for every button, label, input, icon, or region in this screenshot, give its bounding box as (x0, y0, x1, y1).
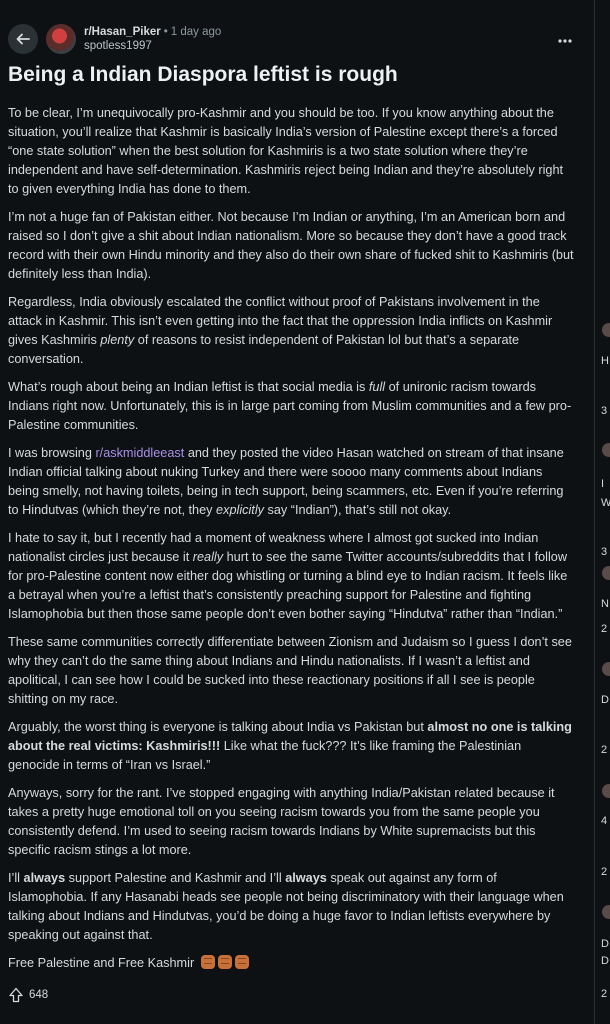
raised-fist-icon (234, 955, 249, 969)
sidebar-avatar (602, 323, 610, 337)
paragraph: I hate to say it, but I recently had a m… (8, 529, 576, 624)
sidebar-fragment: W (601, 497, 610, 509)
post-header: r/Hasan_Piker • 1 day ago spotless1997 (8, 22, 576, 56)
bold-text: always (23, 871, 66, 885)
sidebar-avatar (602, 443, 610, 457)
sidebar-fragment: 3 (601, 405, 608, 417)
upvote-arrow-icon (9, 987, 23, 1003)
more-options-button[interactable] (558, 32, 572, 46)
sidebar-fragment: 4 (601, 815, 608, 827)
sidebar-fragment: 2 (601, 866, 608, 878)
paragraph: These same communities correctly differe… (8, 635, 572, 706)
sidebar-avatar (602, 662, 610, 676)
more-dots-icon (558, 39, 572, 43)
text-run: say “Indian”), that’s still not okay. (264, 503, 452, 517)
text-run: What’s rough about being an Indian lefti… (8, 380, 369, 394)
paragraph: What’s rough about being an Indian lefti… (8, 378, 576, 435)
text-run: Arguably, the worst thing is everyone is… (8, 720, 428, 734)
sidebar-fragment: D (601, 938, 609, 950)
sidebar-fragment: N (601, 598, 609, 610)
post-meta: r/Hasan_Piker • 1 day ago spotless1997 (84, 25, 221, 53)
raised-fist-icon (200, 955, 215, 969)
sidebar-fragment: D (601, 694, 609, 706)
page: r/Hasan_Piker • 1 day ago spotless1997 Bei… (0, 0, 610, 1024)
post-time: 1 day ago (170, 26, 222, 38)
sidebar-fragment: H (601, 355, 609, 367)
back-button[interactable] (8, 24, 38, 54)
vote-bar: 648 (8, 987, 576, 1003)
upvote-button[interactable] (8, 987, 24, 1003)
emphasis: really (192, 550, 224, 564)
text-run: I’ll (8, 871, 24, 885)
emphasis: full (368, 380, 386, 394)
bold-text: always (285, 871, 327, 885)
arrow-left-icon (16, 33, 30, 45)
upvote-count: 648 (29, 989, 49, 1001)
paragraph: To be clear, I’m unequivocally pro-Kashm… (8, 106, 564, 196)
sidebar-fragment: 2 (601, 744, 608, 756)
sidebar-fragment: I (601, 478, 605, 490)
sidebar-edge: H 3 I W 3 N 2 D 2 4 2 D D 2 (595, 0, 610, 1024)
paragraph: Free Palestine and Free Kashmir (8, 954, 576, 973)
paragraph: Regardless, India obviously escalated th… (8, 293, 576, 369)
sidebar-fragment: 2 (601, 623, 608, 635)
text-run: I was browsing (8, 446, 96, 460)
text-run: support Palestine and Kashmir and I’ll (65, 871, 286, 885)
sidebar-fragment: D (601, 955, 609, 967)
sidebar-avatar (602, 905, 610, 919)
paragraph: Arguably, the worst thing is everyone is… (8, 718, 576, 775)
sidebar-avatar (602, 566, 610, 580)
subreddit-mention-link[interactable]: r/askmiddleeast (95, 446, 184, 460)
sidebar-fragment: 2 (601, 988, 608, 1000)
meta-top: r/Hasan_Piker • 1 day ago (84, 25, 221, 39)
paragraph: I’m not a huge fan of Pakistan either. N… (8, 210, 574, 281)
post-body: To be clear, I’m unequivocally pro-Kashm… (8, 104, 576, 973)
text-run: Free Palestine and Free Kashmir (8, 956, 195, 970)
emphasis: plenty (100, 333, 135, 347)
post-view: r/Hasan_Piker • 1 day ago spotless1997 Bei… (0, 0, 594, 1024)
emphasis: explicitly (216, 503, 264, 517)
author-link[interactable]: spotless1997 (84, 39, 221, 53)
raised-fist-icon (217, 955, 232, 969)
meta-separator: • (163, 26, 168, 38)
post-title: Being a Indian Diaspora leftist is rough (8, 63, 398, 86)
paragraph: I’ll always support Palestine and Kashmi… (8, 869, 576, 945)
sidebar-fragment: 3 (601, 546, 608, 558)
paragraph: I was browsing r/askmiddleeast and they … (8, 444, 576, 520)
sidebar-avatar (602, 784, 610, 798)
subreddit-link[interactable]: r/Hasan_Piker (84, 26, 161, 38)
subreddit-avatar[interactable] (46, 24, 76, 54)
paragraph: Anyways, sorry for the rant. I’ve stoppe… (8, 786, 555, 857)
